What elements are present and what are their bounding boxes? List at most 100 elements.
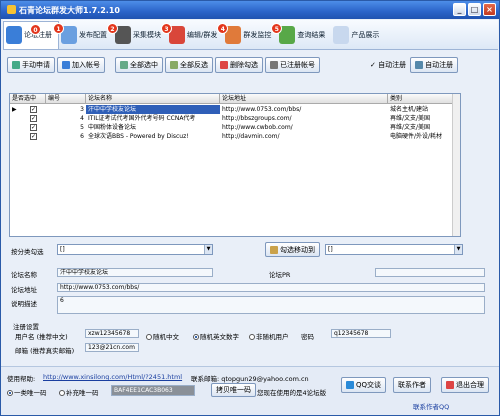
group-select-label: 按分类勾选 xyxy=(11,248,44,256)
tab-badge: 5 xyxy=(271,22,283,34)
button-label: QQ交谈 xyxy=(356,381,382,389)
register-icon xyxy=(6,26,22,44)
footer-panel: 使用帮助: http://www.xinsilong.com/Html/?245… xyxy=(1,366,499,415)
version-status-text: 您现在使用的是4论坛版 xyxy=(257,389,327,397)
chevron-down-icon: ▼ xyxy=(204,245,212,254)
tab-results[interactable]: 查询结果 5 xyxy=(271,21,331,49)
row-category: 城名主机/建站 xyxy=(390,106,429,113)
description-label: 说明描述 xyxy=(11,300,37,308)
non-random-user-radio[interactable]: 非随机用户 xyxy=(249,331,289,341)
qq-icon xyxy=(346,381,354,389)
row-checkbox[interactable]: ✓ xyxy=(30,106,37,113)
row-checkbox[interactable]: ✓ xyxy=(30,133,37,140)
unique-code-field[interactable]: BAF4EE1CAC3B063 xyxy=(111,385,195,396)
row-id: 6 xyxy=(80,133,84,140)
radio-label: 随机中文 xyxy=(153,333,179,341)
invert-select-button[interactable]: 全部反选 xyxy=(165,57,213,73)
table-row[interactable]: ✓ 5 中国粉体设备论坛 http://www.cwbob.com/ 再维/文支… xyxy=(10,123,454,132)
col-header-id[interactable]: 编号 xyxy=(46,94,86,104)
tab-forum-register[interactable]: 论坛注册 0 xyxy=(3,20,59,49)
contact-author-button[interactable]: 联系作者 xyxy=(393,377,431,393)
contact-qq-link[interactable]: 联系作者QQ xyxy=(413,401,449,411)
forum-url-field[interactable]: http://www.0753.com/bbs/ xyxy=(57,283,485,292)
button-label: 勾选移动到 xyxy=(280,245,315,254)
random-alnum-radio[interactable]: 随机英文数字 xyxy=(193,331,239,341)
description-field[interactable]: 6 xyxy=(57,296,485,314)
table-row[interactable]: ✓ 4 ITIL证考试代考国外代考号码 CCNA代考 http://bbszgr… xyxy=(10,114,454,123)
tab-publish-config[interactable]: 发布配置 1 xyxy=(53,21,113,49)
row-checkbox[interactable]: ✓ xyxy=(30,115,37,122)
delete-checked-button[interactable]: 删除勾选 xyxy=(215,57,263,73)
app-icon xyxy=(7,5,16,14)
tab-label: 采集模块 xyxy=(133,30,161,39)
button-label: 已注册帐号 xyxy=(280,61,315,69)
registered-account-button[interactable]: 已注册帐号 xyxy=(265,57,320,73)
row-name: 中国粉体设备论坛 xyxy=(88,124,137,131)
forum-pr-label: 论坛PR xyxy=(269,271,291,279)
row-category: 再维/文支/美国 xyxy=(390,115,431,122)
auto-register-button[interactable]: 自动注册 xyxy=(410,57,459,73)
col-header-url[interactable]: 论坛地址 xyxy=(220,94,388,104)
help-link[interactable]: http://www.xinsilong.com/Html/?2451.html xyxy=(43,373,182,381)
copy-code-button[interactable]: 拷贝唯一码 xyxy=(211,383,256,397)
radio-icon xyxy=(7,390,13,396)
button-label: 自动注册 xyxy=(425,61,454,69)
row-category: 电脑硬件/外设/耗材 xyxy=(390,133,443,140)
forum-name-label: 论坛名称 xyxy=(11,271,37,279)
forum-name-field[interactable]: 汗中中学校友论坛 xyxy=(57,268,213,277)
table-scrollbar[interactable] xyxy=(452,94,460,236)
col-header-selected[interactable]: 是否选中 xyxy=(10,94,46,104)
button-label: 删除勾选 xyxy=(230,61,258,69)
button-label: 全部反选 xyxy=(180,61,208,69)
close-button[interactable]: × xyxy=(483,3,496,16)
tab-collect[interactable]: 采集模块 2 xyxy=(107,21,167,49)
table-row[interactable]: ✓ 6 全球次语BBS - Powered by Discuz! http://… xyxy=(10,132,454,141)
invert-icon xyxy=(170,61,178,69)
row-name: ITIL证考试代考国外代考号码 CCNA代考 xyxy=(88,115,196,122)
apply-icon xyxy=(12,61,20,69)
row-checkbox[interactable]: ✓ xyxy=(30,124,37,131)
extra-code-radio[interactable]: 补充唯一码 xyxy=(59,387,99,397)
maximize-button[interactable]: □ xyxy=(468,3,481,16)
add-account-button[interactable]: 加入帐号 xyxy=(57,57,105,73)
password-field[interactable]: q12345678 xyxy=(331,329,391,338)
button-label: 拷贝唯一码 xyxy=(216,386,251,394)
move-checked-button[interactable]: 勾选移动到 xyxy=(265,242,320,257)
row-url: http://www.cwbob.com/ xyxy=(222,124,293,131)
forum-pr-field[interactable] xyxy=(375,268,485,277)
tab-label: 群发监控 xyxy=(243,30,272,39)
auto-register-checkbox[interactable]: ✓ 自动注册 xyxy=(370,60,406,70)
tab-products[interactable]: 产品展示 xyxy=(331,21,385,49)
tab-badge: 3 xyxy=(161,22,172,34)
qq-chat-button[interactable]: QQ交谈 xyxy=(341,377,387,393)
tab-monitor[interactable]: 群发监控 4 xyxy=(217,21,277,49)
select-all-button[interactable]: 全部选中 xyxy=(115,57,163,73)
button-label: 手动申请 xyxy=(22,61,50,69)
radio-label: 非随机用户 xyxy=(256,333,289,341)
row-id: 4 xyxy=(80,115,84,122)
username-field[interactable]: xzw12345678 xyxy=(85,329,139,338)
email-field[interactable]: 123@21cn.com xyxy=(85,343,139,352)
row-url: http://bbszgroups.com/ xyxy=(222,115,292,122)
manual-apply-button[interactable]: 手动申请 xyxy=(7,57,55,73)
group-select[interactable]: [] ▼ xyxy=(57,244,213,255)
delete-icon xyxy=(220,61,228,69)
app-window: 石青论坛群发大师1.7.2.10 _ □ × 论坛注册 0 发布配置 1 采集模… xyxy=(0,0,500,416)
register-icon xyxy=(415,61,424,69)
col-header-name[interactable]: 论坛名称 xyxy=(86,94,220,104)
radio-icon xyxy=(59,390,65,396)
exit-button[interactable]: 退出合理 xyxy=(441,377,489,393)
minimize-button[interactable]: _ xyxy=(453,3,466,16)
checkbox-label: 自动注册 xyxy=(378,61,407,69)
table-row[interactable]: ▶ ✓ 3 汗中中学校友论坛 http://www.0753.com/bbs/ … xyxy=(10,105,454,114)
main-tabs: 论坛注册 0 发布配置 1 采集模块 2 编辑/群发 3 群发监控 4 查询结果… xyxy=(3,20,498,50)
radio-icon xyxy=(249,334,255,340)
row-name: 汗中中学校友论坛 xyxy=(86,105,220,114)
move-target-select[interactable]: [] ▼ xyxy=(325,244,463,255)
button-label: 联系作者 xyxy=(398,381,426,389)
tab-edit-send[interactable]: 编辑/群发 3 xyxy=(161,21,223,49)
row-url: http://davmin.com/ xyxy=(222,133,280,140)
col-header-category[interactable]: 类别 xyxy=(388,94,454,104)
unique-code-radio[interactable]: 一类唯一码 xyxy=(7,387,47,397)
random-chinese-radio[interactable]: 随机中文 xyxy=(146,331,179,341)
